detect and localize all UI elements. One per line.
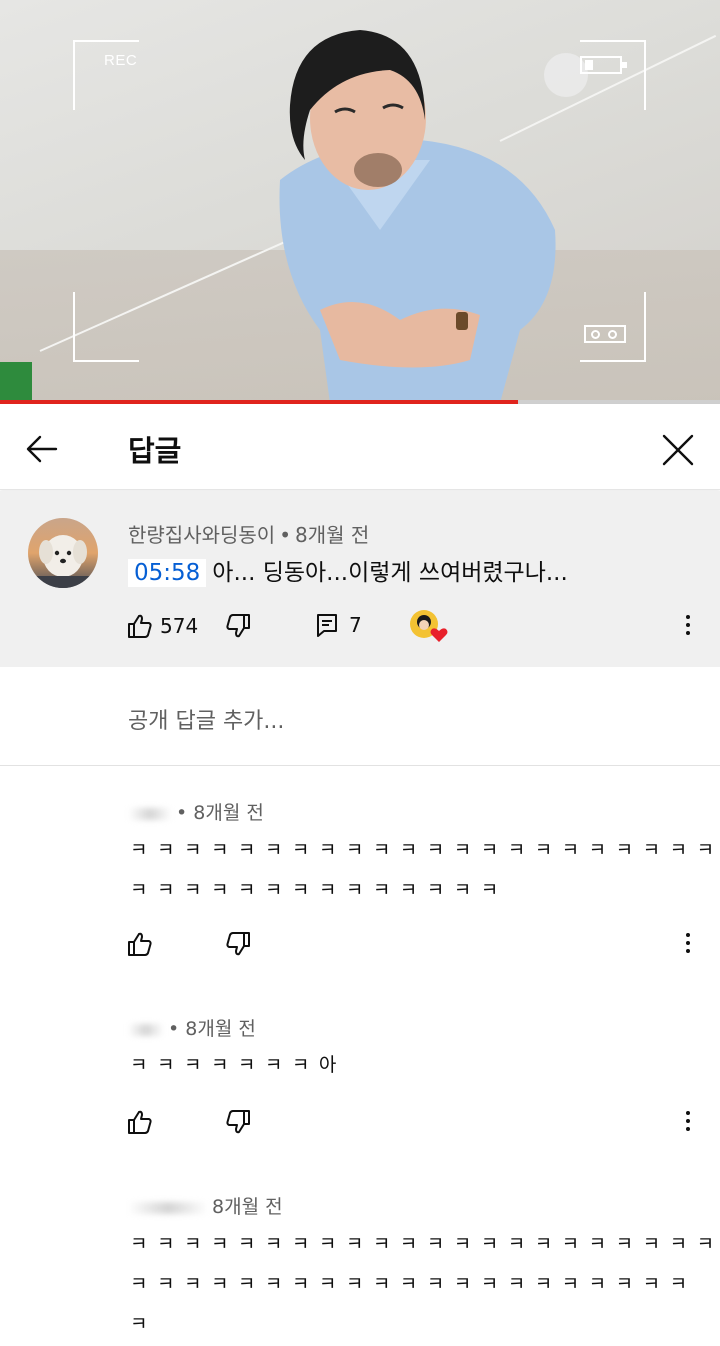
back-button[interactable]: [22, 429, 62, 469]
blurred-author: [128, 1023, 164, 1036]
reply-item: 8개월 전 ㅋㅋㅋㅋㅋㅋㅋㅋㅋㅋㅋㅋㅋㅋㅋㅋㅋㅋㅋㅋㅋㅋ ㅋㅋㅋㅋㅋㅋㅋㅋㅋㅋㅋ…: [0, 1186, 720, 1346]
comment-meta: 한량집사와딩동이 • 8개월 전: [128, 519, 369, 548]
reply-icon: [317, 614, 337, 637]
reply-text-line: ㅋㅋㅋㅋㅋㅋㅋㅋㅋㅋㅋㅋㅋㅋㅋㅋㅋㅋㅋㅋㅋㅋ: [130, 839, 720, 861]
dislike-button[interactable]: [224, 930, 252, 958]
replies-header: 답글: [0, 404, 720, 490]
reply-time: 8개월 전: [193, 802, 264, 824]
meta-separator: •: [168, 1018, 186, 1040]
more-options-button[interactable]: [676, 928, 700, 958]
like-button[interactable]: [126, 930, 154, 958]
reply-actions: [0, 928, 720, 968]
reply-meta: 8개월 전: [128, 1192, 283, 1219]
tape-reel: [591, 330, 600, 339]
tape-reel: [608, 330, 617, 339]
reply-count-button[interactable]: 7: [315, 612, 362, 638]
add-reply-box[interactable]: 공개 답글 추가...: [0, 667, 720, 766]
reply-text-line: ㅋㅋㅋㅋㅋㅋㅋㅋㅋㅋㅋㅋㅋㅋㅋㅋㅋㅋㅋㅋㅋㅋ: [130, 1233, 720, 1255]
close-button[interactable]: [656, 428, 700, 472]
reply-count: 7: [349, 613, 362, 637]
creator-heart: [408, 608, 448, 644]
avatar[interactable]: [28, 518, 98, 588]
reply-item: • 8개월 전 ㅋㅋㅋㅋㅋㅋㅋㅋㅋㅋㅋㅋㅋㅋㅋㅋㅋㅋㅋㅋㅋㅋ ㅋㅋㅋㅋㅋㅋㅋㅋㅋ…: [0, 790, 720, 980]
blurred-author: [128, 807, 172, 820]
page-title: 답글: [128, 434, 182, 468]
close-icon: [662, 434, 694, 466]
like-button[interactable]: [126, 1108, 154, 1136]
video-player[interactable]: REC: [0, 0, 720, 403]
viewfinder-corner-top-right: [580, 40, 646, 110]
meta-separator: •: [176, 802, 194, 824]
blurred-author: [128, 1201, 208, 1214]
reply-actions: [0, 1106, 720, 1146]
reply-text-line: ㅋㅋㅋㅋㅋㅋㅋ아: [130, 1054, 346, 1076]
rec-label: REC: [104, 52, 138, 69]
timestamp-link[interactable]: 05:58: [128, 559, 207, 587]
battery-icon: [580, 56, 627, 74]
reply-item: • 8개월 전 ㅋㅋㅋㅋㅋㅋㅋ아: [0, 1008, 720, 1168]
dog-avatar-image: [28, 518, 98, 588]
comment-author[interactable]: 한량집사와딩동이: [128, 523, 275, 547]
parent-comment: 한량집사와딩동이 • 8개월 전 05:58 아... 딩동아...이렇게 쓰여버렸구…: [0, 491, 720, 667]
meta-separator: •: [279, 523, 291, 547]
tape-icon: [584, 325, 626, 343]
dislike-button[interactable]: [224, 1108, 252, 1136]
comment-actions: 574 7: [0, 606, 720, 646]
like-button[interactable]: 574: [126, 612, 198, 640]
more-options-button[interactable]: [676, 1106, 700, 1136]
viewfinder-corner-top-left: [73, 40, 139, 110]
reply-time: 8개월 전: [212, 1196, 283, 1218]
thumbs-up-icon: [128, 614, 152, 638]
reply-meta: • 8개월 전: [128, 798, 264, 825]
comment-text: 05:58 아... 딩동아...이렇게 쓰여버렸구나...: [128, 553, 568, 587]
reply-time: 8개월 전: [185, 1018, 256, 1040]
more-options-button[interactable]: [676, 610, 700, 640]
reply-text-line: ㅋㅋㅋㅋㅋㅋㅋㅋㅋㅋㅋㅋㅋㅋ: [130, 879, 508, 901]
comment-body: 아... 딩동아...이렇게 쓰여버렸구나...: [212, 560, 568, 586]
reply-meta: • 8개월 전: [128, 1014, 256, 1041]
thumbs-down-icon: [226, 932, 250, 956]
like-count: 574: [160, 614, 199, 638]
thumbs-up-icon: [128, 932, 152, 956]
viewfinder-corner-bottom-left: [73, 292, 139, 362]
thumbs-down-icon: [226, 614, 250, 638]
thumbs-up-icon: [128, 1110, 152, 1134]
reply-text-line: ㅋㅋㅋㅋㅋㅋㅋㅋㅋㅋㅋㅋㅋㅋㅋㅋㅋㅋㅋㅋㅋ: [130, 1273, 697, 1295]
thumbs-down-icon: [226, 1110, 250, 1134]
creator-heart-icon: [410, 610, 448, 642]
reply-text-line: ㅋ: [130, 1313, 157, 1335]
add-reply-placeholder[interactable]: 공개 답글 추가...: [128, 703, 284, 735]
comment-time: 8개월 전: [295, 523, 370, 547]
back-arrow-icon: [26, 435, 58, 463]
dislike-button[interactable]: [224, 612, 252, 640]
